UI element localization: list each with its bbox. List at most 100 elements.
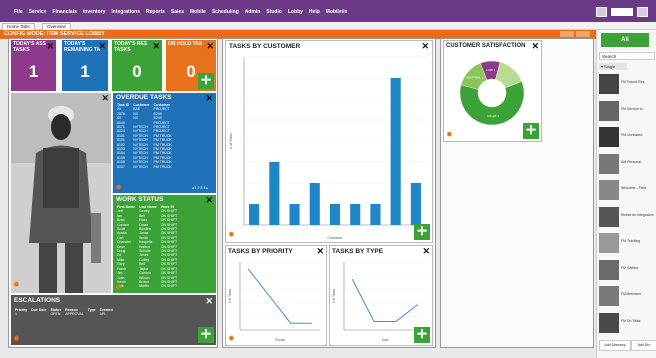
table-row[interactable]: Chandler Kaspelik ON SHIFT <box>115 240 179 244</box>
menu-item-mobiletix[interactable]: Mobiletix <box>326 9 348 15</box>
add-directory-button[interactable]: Add Directory <box>599 340 631 351</box>
sidebar-widget-item[interactable]: FM Calibra <box>599 259 655 282</box>
slice-label: LOW 1 <box>486 68 496 72</box>
bar[interactable] <box>249 204 260 225</box>
tasks-by-priority-panel: TASKS BY PRIORITY ✕ # of Tasks Priority ✹ <box>225 245 327 346</box>
move-handle-icon[interactable]: ✛ <box>198 327 214 343</box>
x-axis-label: Priority <box>275 338 285 342</box>
tile-count: 1 <box>80 62 90 81</box>
widget-thumbnail <box>599 286 619 306</box>
menubar-button-2[interactable] <box>637 7 648 17</box>
menubar-button-1[interactable] <box>596 7 607 17</box>
sidebar-widget-item[interactable]: FM Tracking <box>599 233 655 255</box>
table-row[interactable]: 8101 NYTECH PM TRUCK <box>115 138 174 142</box>
gear-icon[interactable]: ✹ <box>228 230 235 239</box>
bar[interactable] <box>390 78 401 225</box>
x-axis-label: Customer <box>327 236 343 240</box>
menu-item-financials[interactable]: Financials <box>52 9 76 15</box>
sidebar-search-input[interactable]: Search <box>599 52 655 60</box>
menu-item-studio[interactable]: Studio <box>266 9 282 15</box>
gear-icon[interactable]: ✹ <box>115 283 122 292</box>
menu-item-integrations[interactable]: Integrations <box>111 9 140 15</box>
table-row[interactable]: 1 OPEN APPROVAL APL <box>13 312 115 316</box>
table-cell: APPROVAL <box>65 312 84 317</box>
table-cell: NYTECH <box>133 164 148 169</box>
tile-on-hold-tasks[interactable]: ON HOLD TAS ✕ 0 ✛ <box>166 40 216 91</box>
menu-item-lobby[interactable]: Lobby <box>288 9 303 15</box>
sidebar-filter-dropdown[interactable]: ▾ Single <box>599 63 627 70</box>
gear-icon[interactable]: ✹ <box>115 183 122 192</box>
widget-label: FM Service In <box>621 106 643 111</box>
close-icon[interactable]: ✕ <box>101 93 109 104</box>
panel-title: WORK STATUS <box>116 196 164 203</box>
menu-item-scheduling[interactable]: Scheduling <box>212 9 239 15</box>
sidebar-widget-item[interactable]: AM Personal <box>599 153 655 176</box>
move-handle-icon[interactable]: ✛ <box>198 73 214 89</box>
menu-item-inventory[interactable]: Inventory <box>83 9 106 15</box>
close-icon[interactable]: ✕ <box>205 195 213 206</box>
menu-item-reports[interactable]: Reports <box>146 9 165 15</box>
panel-title: CUSTOMER SATISFACTION <box>446 43 526 49</box>
move-handle-icon[interactable]: ✛ <box>523 123 539 139</box>
column-header[interactable]: Due Date <box>29 308 48 312</box>
sidebar-widget-item[interactable]: Welcome - Field <box>599 180 655 202</box>
menu-item-service[interactable]: Service <box>29 9 47 15</box>
menu-item-help[interactable]: Help <box>309 9 320 15</box>
slice-label: RIGHT 1 <box>487 114 499 118</box>
tile-todays-resolved-tasks[interactable]: TODAY'S RES TASKS ✕ 0 <box>112 40 162 91</box>
overdue-tasks-panel: OVERDUE TASKS ✕ Task ID Customer Customer … <box>113 93 216 193</box>
panel-title: TASKS BY PRIORITY <box>228 248 293 255</box>
widget-label: FM Calibra <box>621 265 639 270</box>
widget-thumbnail <box>599 206 619 227</box>
table-row[interactable]: 8107 NYTECH PM TRUCK <box>115 165 174 169</box>
bar[interactable] <box>289 204 300 225</box>
tile-todays-remaining-tasks[interactable]: TODAY'S REMAINING TA ✕ 1 <box>62 40 108 91</box>
close-icon[interactable]: ✕ <box>152 41 160 52</box>
bar[interactable] <box>269 162 280 225</box>
overdue-pager[interactable]: ◂ 1 2 3 4 ▸ <box>192 186 208 190</box>
sidebar-widget-item[interactable]: FM Service In <box>599 100 655 123</box>
move-handle-icon[interactable]: ✛ <box>414 224 430 240</box>
menubar-search-field[interactable] <box>611 8 633 16</box>
bar[interactable] <box>350 204 361 225</box>
overdue-tasks-table: Task ID Customer Customer 20 KAE PROJECT 2576… <box>115 103 174 169</box>
close-icon[interactable]: ✕ <box>98 41 106 52</box>
sidebar-widget-item[interactable]: FM Future Res <box>599 74 655 96</box>
table-cell: APL <box>99 312 107 317</box>
add-drop-button[interactable]: Add Dro <box>631 340 656 351</box>
widget-label: FM Do Talks <box>621 318 641 323</box>
y-axis-label: # of Tasks <box>332 288 336 303</box>
config-button-1[interactable] <box>560 31 574 37</box>
main-menu: File Service Financials Inventory Integratio… <box>14 9 347 15</box>
gear-icon[interactable]: ✹ <box>228 334 235 343</box>
bar[interactable] <box>370 204 381 225</box>
bar[interactable] <box>410 183 421 225</box>
tasks-by-customer-chart: # of Tasks Customer <box>229 56 426 240</box>
gear-icon[interactable]: ✹ <box>13 280 20 289</box>
menu-item-sales[interactable]: Sales <box>171 9 184 15</box>
sidebar-widget-item[interactable]: FM Unrelated <box>599 127 655 149</box>
close-icon[interactable]: ✕ <box>206 41 214 52</box>
tile-todays-assigned-tasks[interactable]: TODAY'S ASS TASKS ✕ 1 <box>11 40 56 91</box>
sidebar-widget-item[interactable]: Mobile en Integration <box>599 206 655 229</box>
table-cell: ON SHIFT <box>160 271 178 276</box>
menu-item-mobile[interactable]: Mobile <box>190 9 206 15</box>
sidebar-widget-item[interactable]: FM Do Talks <box>599 312 655 335</box>
gear-icon[interactable]: ✹ <box>13 334 20 343</box>
work-status-panel: WORK STATUS ✕ First Name Last Name Work St… <box>113 195 216 293</box>
menu-item-admin[interactable]: Admin <box>245 9 261 15</box>
bar[interactable] <box>309 183 320 225</box>
slice-label: NEUTRAL 1 <box>467 76 484 80</box>
sidebar-widget-item[interactable]: FM Bremsen <box>599 286 655 308</box>
close-icon[interactable]: ✕ <box>46 41 54 52</box>
close-icon[interactable]: ✕ <box>205 296 213 307</box>
donut-slice[interactable] <box>459 81 525 126</box>
config-button-2[interactable] <box>576 31 590 37</box>
sidebar-tab-all[interactable]: All <box>601 33 649 47</box>
table-row[interactable]: Kyle Martin ON SHIFT <box>115 284 179 288</box>
gear-icon[interactable]: ✹ <box>446 130 453 139</box>
move-handle-icon[interactable]: ✛ <box>414 327 430 343</box>
menu-item-file[interactable]: File <box>14 9 23 15</box>
close-icon[interactable]: ✕ <box>205 93 213 104</box>
bar[interactable] <box>329 204 341 225</box>
